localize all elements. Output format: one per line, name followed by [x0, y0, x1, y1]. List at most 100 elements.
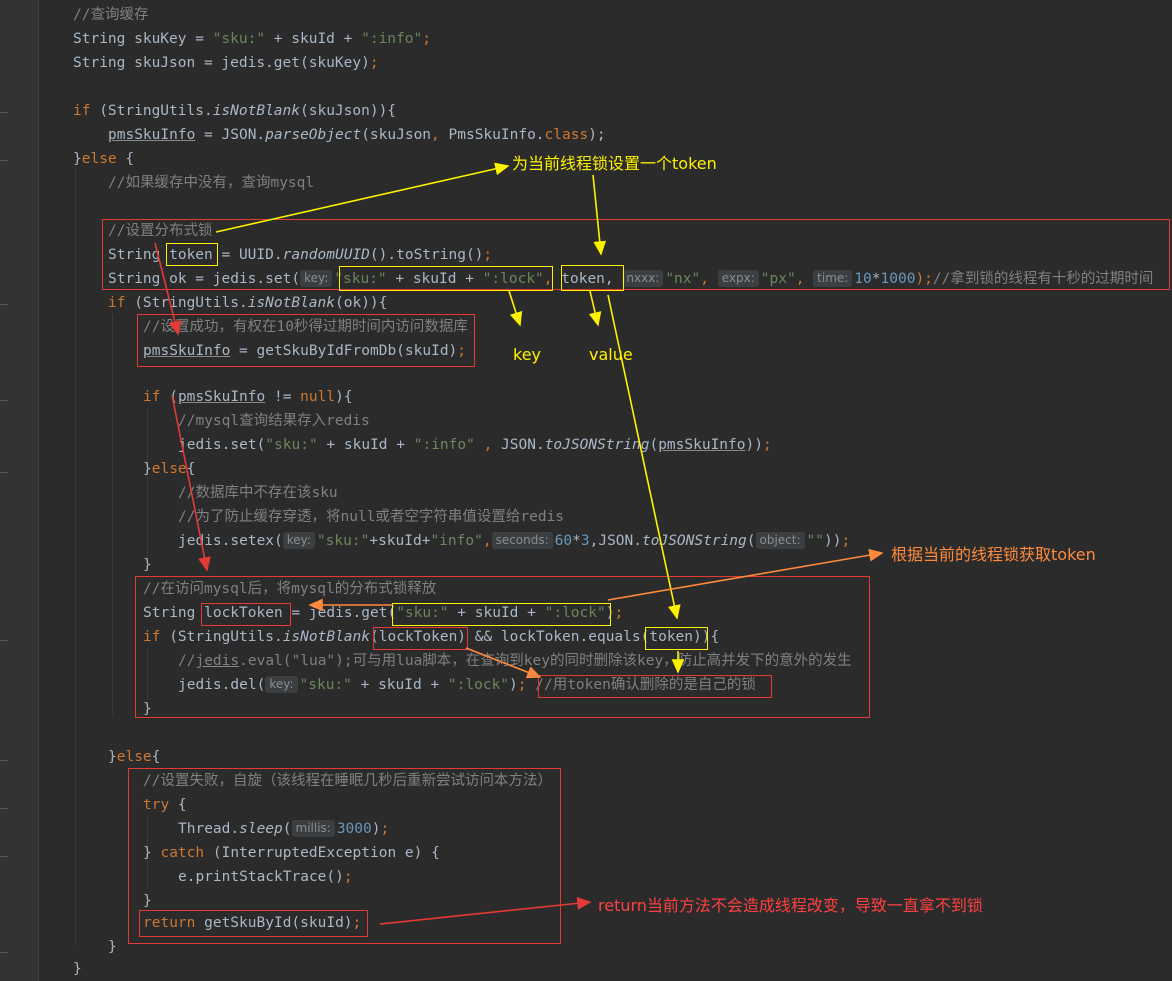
variable: pmsSkuInfo — [658, 437, 746, 453]
code-line[interactable]: //在访问mysql后，将mysql的分布式锁释放 — [143, 578, 436, 600]
code-line[interactable]: //查询缓存 — [73, 4, 148, 26]
code-line[interactable]: //数据库中不存在该sku — [178, 482, 338, 504]
code-line[interactable]: jedis.setex(key: "sku:"+skuId+"info", seco… — [178, 530, 850, 552]
code-line[interactable]: jedis.del(key: "sku:" + skuId + ":lock");… — [178, 674, 756, 696]
keyword: null — [300, 389, 336, 405]
string-literal: "" — [806, 533, 824, 549]
code-line[interactable]: try { — [143, 794, 187, 816]
code-line[interactable]: //mysql查询结果存入redis — [178, 410, 370, 432]
fold-marker[interactable] — [0, 472, 8, 473]
code-text: (StringUtils. — [160, 629, 283, 645]
code-line[interactable]: //设置成功，有权在10秒得过期时间内访问数据库 — [143, 316, 468, 338]
semicolon: ; — [380, 821, 390, 837]
code-text: != — [265, 389, 301, 405]
code-line[interactable]: if (StringUtils.isNotBlank(ok)){ — [108, 292, 387, 314]
code-text: jedis.set( — [178, 437, 266, 453]
code-line[interactable]: String lockToken = jedis.get("sku:" + sk… — [143, 602, 623, 624]
keyword: else — [81, 151, 117, 167]
code-line[interactable]: if (pmsSkuInfo != null){ — [143, 386, 353, 408]
code-line[interactable]: e.printStackTrace(); — [178, 866, 353, 888]
code-text: { — [169, 797, 187, 813]
code-line[interactable]: jedis.set("sku:" + skuId + ":info" , JSO… — [178, 434, 772, 456]
code-text: String — [108, 247, 170, 263]
method-name: randomUUID — [282, 247, 370, 263]
code-text: (lockToken) — [370, 629, 467, 645]
code-line[interactable]: //jedis.eval("lua");可与用lua脚本，在查询到key的同时删… — [178, 650, 852, 672]
string-literal: "sku:" — [212, 31, 266, 47]
code-line[interactable]: Thread.sleep(millis: 3000); — [178, 818, 389, 840]
code-line[interactable]: } — [73, 958, 82, 980]
code-line[interactable]: String ok = jedis.set(key: "sku:" + skuId… — [108, 268, 1153, 290]
code-text: = jedis.get( — [282, 605, 397, 621]
method-name: isNotBlank — [212, 103, 300, 119]
code-line[interactable]: pmsSkuInfo = JSON.parseObject(skuJson, P… — [108, 124, 606, 146]
code-text: (StringUtils. — [90, 103, 213, 119]
code-line[interactable]: }else { — [73, 148, 134, 170]
fold-marker[interactable] — [0, 640, 8, 641]
keyword: else — [116, 749, 152, 765]
code-line[interactable]: String token = UUID.randomUUID().toStrin… — [108, 244, 492, 266]
code-comment: //在访问mysql后，将mysql的分布式锁释放 — [143, 581, 437, 597]
param-hint: key: — [300, 270, 333, 287]
code-comment: //数据库中不存在该sku — [178, 485, 338, 501]
code-line[interactable]: pmsSkuInfo = getSkuByIdFromDb(skuId); — [143, 340, 466, 362]
code-line[interactable]: //设置分布式锁 — [108, 220, 212, 242]
fold-marker[interactable] — [0, 400, 8, 401]
method-name: sleep — [239, 821, 283, 837]
code-line[interactable]: //为了防止缓存穿透，将null或者空字符串值设置给redis — [178, 506, 564, 528]
code-line[interactable]: } — [108, 936, 117, 958]
code-line[interactable]: }else{ — [108, 746, 160, 768]
code-line[interactable]: return getSkuById(skuId); — [143, 912, 361, 934]
code-line[interactable]: String skuJson = jedis.get(skuKey); — [73, 52, 379, 74]
string-literal: ":lock" — [482, 271, 544, 287]
code-line[interactable]: } catch (InterruptedException e) { — [143, 842, 440, 864]
code-text: +skuId+ — [369, 533, 431, 549]
string-literal: "sku:" — [316, 533, 370, 549]
code-text: String skuKey = — [73, 31, 213, 47]
code-line[interactable]: //如果缓存中没有，查询mysql — [108, 172, 314, 194]
code-line[interactable]: } — [143, 698, 152, 720]
param-hint: key: — [265, 676, 298, 693]
code-text: ().toString() — [369, 247, 484, 263]
code-text: * — [871, 271, 881, 287]
code-text: } — [143, 557, 152, 573]
method-name: toJSONString — [544, 437, 650, 453]
semicolon: ; — [517, 677, 527, 693]
semicolon: ; — [457, 343, 467, 359]
code-line[interactable]: } — [143, 890, 152, 912]
code-text: ); — [915, 271, 933, 287]
number-literal: 10 — [854, 271, 872, 287]
fold-marker[interactable] — [0, 112, 8, 113]
keyword: try — [143, 797, 170, 813]
code-text: } — [143, 893, 152, 909]
code-text: = UUID. — [212, 247, 283, 263]
code-line[interactable]: }else{ — [143, 458, 195, 480]
code-line[interactable]: if (StringUtils.isNotBlank(skuJson)){ — [73, 100, 396, 122]
annotation-return-note: return当前方法不会造成线程改变，导致一直拿不到锁 — [598, 896, 983, 915]
code-line[interactable]: } — [143, 554, 152, 576]
code-text: ) — [509, 677, 518, 693]
editor-gutter — [0, 0, 39, 981]
code-text: } — [73, 961, 82, 977]
fold-marker[interactable] — [0, 808, 8, 809]
fold-marker[interactable] — [0, 760, 8, 761]
indent-guide — [147, 410, 148, 560]
fold-marker[interactable] — [0, 952, 8, 953]
code-text: jedis.del( — [178, 677, 266, 693]
fold-marker[interactable] — [0, 304, 8, 305]
code-text: } — [108, 939, 117, 955]
code-text: } — [108, 749, 117, 765]
code-line[interactable]: //设置失败，自旋（该线程在睡眠几秒后重新尝试访问本方法） — [143, 770, 552, 792]
code-line[interactable]: String skuKey = "sku:" + skuId + ":info"… — [73, 28, 431, 50]
code-comment: //设置分布式锁 — [108, 223, 213, 239]
comma: , — [482, 533, 492, 549]
string-literal: "nx" — [665, 271, 701, 287]
string-literal: ":lock" — [544, 605, 606, 621]
fold-marker[interactable] — [0, 856, 8, 857]
string-literal: "sku:" — [265, 437, 318, 453]
code-line[interactable]: if (StringUtils.isNotBlank(lockToken) &&… — [143, 626, 719, 648]
fold-marker[interactable] — [0, 160, 8, 161]
code-comment: //mysql查询结果存入redis — [178, 413, 370, 429]
code-text: )) — [745, 437, 763, 453]
code-text: jedis.setex( — [178, 533, 283, 549]
